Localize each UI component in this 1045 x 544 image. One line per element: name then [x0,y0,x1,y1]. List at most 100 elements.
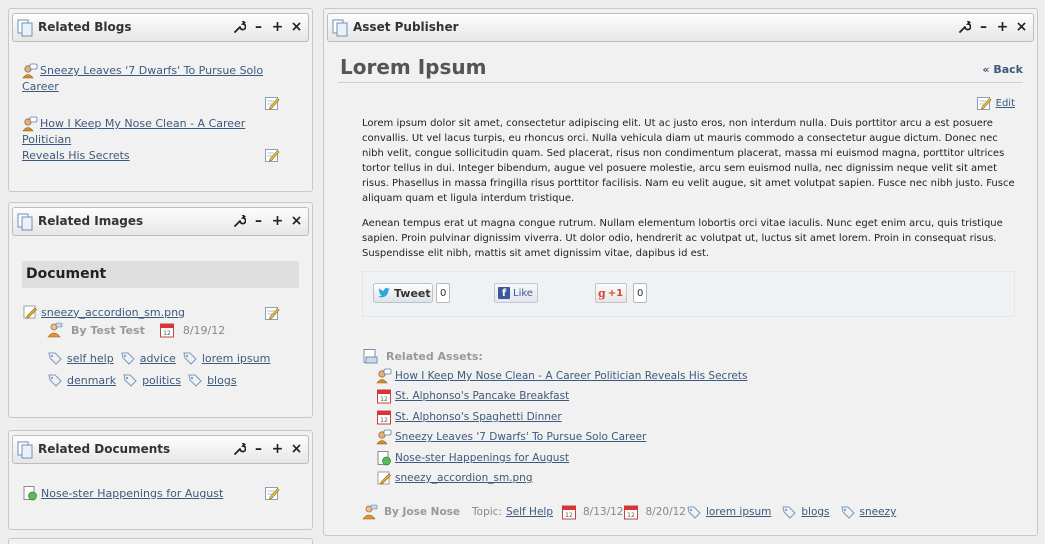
related-asset-link[interactable]: St. Alphonso's Spaghetti Dinner [395,411,562,423]
author: By Jose Nose [384,506,461,518]
tag-row: denmark politics blogs [47,372,243,388]
edit-icon[interactable] [264,485,280,501]
portlet-title-bar[interactable]: Related Documents – + × [12,435,309,464]
portlet-title-bar[interactable]: Related Images – + × [12,207,309,236]
tag-link[interactable]: advice [140,352,176,365]
blog-link-line2[interactable]: Reveals His Secrets [22,149,130,162]
gplus-label: +1 [607,287,624,299]
maximize-icon[interactable]: + [271,20,284,34]
edit-icon [976,95,992,111]
twitter-icon [377,286,391,300]
date: 8/13/12 [583,506,624,518]
tweet-button[interactable]: Tweet [373,283,433,303]
maximize-icon[interactable]: + [271,214,284,228]
tag-link[interactable]: sneezy [860,506,897,518]
blog-link-line2[interactable]: Career [22,80,59,93]
minimize-icon[interactable]: – [252,442,265,456]
related-asset-link[interactable]: How I Keep My Nose Clean - A Career Poli… [395,370,747,382]
calendar-icon [561,504,577,520]
close-icon[interactable]: × [290,20,303,34]
tag-link[interactable]: lorem ipsum [706,506,771,518]
edit-icon[interactable] [264,305,280,321]
edit-icon[interactable] [264,95,280,111]
minimize-icon[interactable]: – [977,20,990,34]
asset-publisher-portlet: Asset Publisher – + × Lorem Ipsum « Back… [323,8,1038,536]
divider [338,82,1023,83]
tag-link[interactable]: blogs [207,374,236,387]
facebook-like-button[interactable]: f Like [494,283,538,303]
related-asset-link[interactable]: sneezy_accordion_sm.png [395,472,533,484]
blog-link-line1[interactable]: Sneezy Leaves '7 Dwarfs' To Pursue Solo [40,64,263,77]
related-asset-link[interactable]: Sneezy Leaves '7 Dwarfs' To Pursue Solo … [395,431,646,443]
back-link[interactable]: « Back [982,63,1023,76]
minimize-icon[interactable]: – [252,20,265,34]
edit-label[interactable]: Edit [996,98,1015,109]
wrench-icon[interactable] [233,214,246,228]
tag[interactable]: self help [47,350,114,366]
social-bar: Tweet 0 f Like g +1 0 [362,271,1015,317]
portlet-tools: – + × [233,20,303,34]
tag[interactable]: sneezy [840,504,897,520]
file-row[interactable]: sneezy_accordion_sm.png [22,304,185,320]
related-asset-item[interactable]: Sneezy Leaves '7 Dwarfs' To Pursue Solo … [376,429,646,445]
related-asset-item[interactable]: St. Alphonso's Spaghetti Dinner [376,409,562,425]
minimize-icon[interactable]: – [252,214,265,228]
topic-label: Topic: [472,506,502,518]
wrench-icon[interactable] [233,20,246,34]
related-asset-link[interactable]: St. Alphonso's Pancake Breakfast [395,390,569,402]
file-link[interactable]: sneezy_accordion_sm.png [41,306,185,319]
google-plus-button[interactable]: g +1 [595,283,627,303]
tag[interactable]: politics [122,372,181,388]
portlet-title-bar[interactable]: Related Blogs – + × [12,13,309,42]
tag-icon [781,504,797,520]
tag[interactable]: lorem ipsum [182,350,271,366]
tweet-label: Tweet [394,286,431,300]
close-icon[interactable]: × [290,214,303,228]
tag-link[interactable]: denmark [67,374,116,387]
wrench-icon[interactable] [958,20,971,34]
related-asset-link[interactable]: Nose-ster Happenings for August [395,452,569,464]
portlet-title: Related Images [38,214,144,228]
tag-icon [47,350,63,366]
maximize-icon[interactable]: + [996,20,1009,34]
calendar-icon [376,409,392,425]
maximize-icon[interactable]: + [271,442,284,456]
user-icon [47,322,63,338]
related-asset-item[interactable]: Nose-ster Happenings for August [376,450,569,466]
portlet-icon [17,19,33,37]
related-asset-item[interactable]: How I Keep My Nose Clean - A Career Poli… [376,368,747,384]
asset-meta: By Jose Nose Topic: Self Help 8/13/12 8/… [362,504,902,520]
topic-link[interactable]: Self Help [506,506,553,518]
blog-icon [376,429,392,445]
document-link[interactable]: Nose-ster Happenings for August [41,487,223,500]
list-item[interactable]: Nose-ster Happenings for August [22,485,223,501]
edit-button[interactable]: Edit [976,95,1015,111]
list-item[interactable]: Sneezy Leaves '7 Dwarfs' To Pursue Solo … [22,63,272,95]
tag-link[interactable]: blogs [801,506,829,518]
tag-link[interactable]: self help [67,352,114,365]
user-icon [362,504,378,520]
close-icon[interactable]: × [290,442,303,456]
tag-icon [122,372,138,388]
section-header: Document [22,261,299,288]
portlet-title: Asset Publisher [353,20,459,34]
portlet-tools: – + × [233,214,303,228]
edit-icon[interactable] [264,147,280,163]
tag[interactable]: lorem ipsum [686,504,771,520]
tag[interactable]: blogs [781,504,830,520]
portlet-title-bar[interactable]: Asset Publisher – + × [327,13,1034,42]
list-item[interactable]: How I Keep My Nose Clean - A Career Poli… [22,116,272,164]
google-plus-icon: g [598,286,606,300]
tag-link[interactable]: politics [142,374,181,387]
blog-icon [22,116,38,132]
tag[interactable]: denmark [47,372,116,388]
tag[interactable]: advice [120,350,176,366]
blog-link-line1[interactable]: How I Keep My Nose Clean - A Career Poli… [22,117,245,146]
related-asset-item[interactable]: sneezy_accordion_sm.png [376,470,533,486]
tag-link[interactable]: lorem ipsum [202,352,271,365]
next-portlet-edge [8,538,313,544]
tag[interactable]: blogs [187,372,237,388]
related-asset-item[interactable]: St. Alphonso's Pancake Breakfast [376,388,569,404]
wrench-icon[interactable] [233,442,246,456]
close-icon[interactable]: × [1015,20,1028,34]
